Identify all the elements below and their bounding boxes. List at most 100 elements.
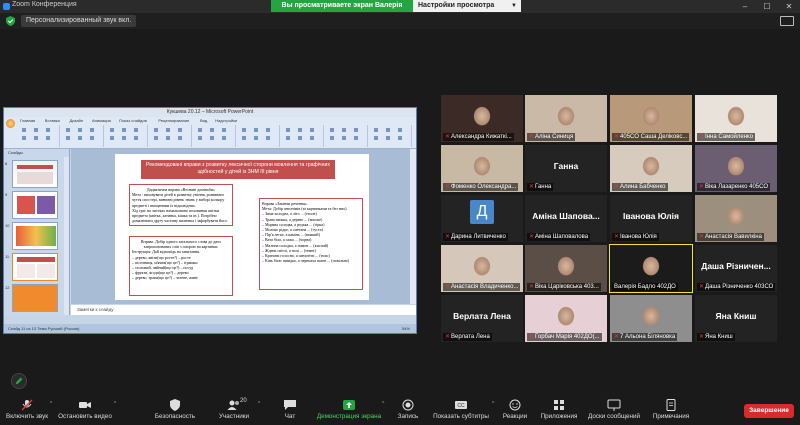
ribbon-command-icon[interactable]	[266, 136, 270, 140]
ribbon-command-icon[interactable]	[78, 136, 82, 140]
chevron-up-icon[interactable]: ^	[114, 401, 116, 407]
slide-scrollbar[interactable]	[410, 149, 416, 304]
participant-tile[interactable]: Верлата Лена ✕Верлата Лена	[441, 295, 523, 342]
ribbon-command-icon[interactable]	[222, 128, 226, 132]
ribbon-command-icon[interactable]	[222, 136, 226, 140]
ribbon-command-icon[interactable]	[34, 136, 38, 140]
ribbon-command-icon[interactable]	[398, 128, 402, 132]
ribbon-command-icon[interactable]	[298, 136, 302, 140]
ribbon-command-icon[interactable]	[254, 136, 258, 140]
notes-button[interactable]: Примечания	[646, 396, 696, 425]
ribbon-command-icon[interactable]	[66, 136, 70, 140]
ribbon-command-icon[interactable]	[286, 128, 290, 132]
slide-notes[interactable]: Заметки к слайду	[71, 305, 416, 315]
ribbon-command-icon[interactable]	[46, 128, 50, 132]
reactions-button[interactable]: Реакции	[498, 396, 532, 425]
participant-tile[interactable]: ✕Анастасія Вавилкіна	[695, 195, 777, 242]
participant-tile[interactable]: ✕Інна Самойленко	[695, 95, 777, 142]
ribbon-command-icon[interactable]	[134, 128, 138, 132]
ribbon-tab[interactable]: Вставка	[45, 118, 60, 123]
participant-tile[interactable]: Аміна Шапова... ✕Аміна Шаповалова	[525, 195, 607, 242]
whiteboards-button[interactable]: Доски сообщений	[584, 396, 644, 425]
minimize-icon[interactable]: –	[734, 0, 756, 13]
participant-tile[interactable]: ✕Віка Лазаренко 405СО	[695, 145, 777, 192]
share-screen-button[interactable]: Демонстрация экрана	[316, 396, 382, 425]
stop-video-button[interactable]: Остановить видео	[56, 396, 114, 425]
ribbon-command-icon[interactable]	[110, 128, 114, 132]
participant-tile[interactable]: ✕Алина Бабченко	[610, 145, 692, 192]
ribbon-command-icon[interactable]	[330, 128, 334, 132]
participant-tile[interactable]: Яна Книш ✕Яна Книш	[695, 295, 777, 342]
view-layout-icon[interactable]	[780, 16, 794, 26]
chevron-up-icon[interactable]: ^	[382, 401, 384, 407]
ribbon-command-icon[interactable]	[374, 136, 378, 140]
participant-tile[interactable]: Ганна ✕Ганна	[525, 145, 607, 192]
ribbon-command-icon[interactable]	[166, 128, 170, 132]
security-button[interactable]: Безопасность	[150, 396, 200, 425]
ribbon-command-icon[interactable]	[242, 128, 246, 132]
ribbon-command-icon[interactable]	[286, 136, 290, 140]
ribbon-command-icon[interactable]	[342, 136, 346, 140]
participant-tile[interactable]: ✕Аліна Синиця	[525, 95, 607, 142]
chat-button[interactable]: Чат	[270, 396, 310, 425]
participant-tile[interactable]: ✕7 Альона Біляновка	[610, 295, 692, 342]
ribbon-tab[interactable]: Анимация	[92, 118, 111, 123]
view-options-button[interactable]: Настройки просмотра ▼	[413, 0, 521, 12]
participant-tile[interactable]: ✕Фоменко Олександра...	[441, 145, 523, 192]
chevron-up-icon[interactable]: ^	[50, 401, 52, 407]
ribbon-command-icon[interactable]	[154, 128, 158, 132]
personalized-audio-badge[interactable]: Персонализированный звук вкл.	[21, 15, 137, 27]
close-icon[interactable]: ✕	[778, 0, 800, 13]
maximize-icon[interactable]: ☐	[756, 0, 778, 13]
thumbnails-scrollbar[interactable]	[64, 157, 69, 315]
ribbon-command-icon[interactable]	[374, 128, 378, 132]
ribbon-command-icon[interactable]	[210, 128, 214, 132]
ribbon-command-icon[interactable]	[330, 136, 334, 140]
chevron-up-icon[interactable]: ^	[492, 401, 494, 407]
participant-tile[interactable]: Д ✕Дарина Литвиченко	[441, 195, 523, 242]
ribbon-command-icon[interactable]	[134, 136, 138, 140]
ribbon-command-icon[interactable]	[354, 136, 358, 140]
ribbon-command-icon[interactable]	[178, 128, 182, 132]
ribbon-command-icon[interactable]	[242, 136, 246, 140]
record-button[interactable]: Запись	[390, 396, 426, 425]
participants-button[interactable]: 20 Участники	[212, 396, 256, 425]
ribbon-command-icon[interactable]	[198, 136, 202, 140]
ribbon-tab[interactable]: Рецензирование	[158, 118, 189, 123]
ribbon-command-icon[interactable]	[122, 128, 126, 132]
unmute-button[interactable]: Включить звук	[4, 396, 50, 425]
participant-tile[interactable]: Іванова Юлія ✕Іванова Юлія	[610, 195, 692, 242]
ribbon-command-icon[interactable]	[78, 128, 82, 132]
annotate-pen-button[interactable]	[11, 373, 27, 389]
ribbon-tab[interactable]: Вид	[200, 118, 207, 123]
ribbon-command-icon[interactable]	[110, 136, 114, 140]
ribbon-tab[interactable]: Показ слайдов	[119, 118, 147, 123]
ribbon-command-icon[interactable]	[386, 136, 390, 140]
ribbon-command-icon[interactable]	[66, 128, 70, 132]
ribbon-command-icon[interactable]	[266, 128, 270, 132]
ribbon-command-icon[interactable]	[354, 128, 358, 132]
apps-button[interactable]: Приложения	[536, 396, 582, 425]
ribbon-command-icon[interactable]	[90, 136, 94, 140]
end-meeting-button[interactable]: Завершение	[744, 404, 794, 418]
chevron-up-icon[interactable]: ^	[258, 401, 260, 407]
ribbon-command-icon[interactable]	[398, 136, 402, 140]
show-captions-button[interactable]: CC Показать субтитры	[430, 396, 492, 425]
ribbon-command-icon[interactable]	[22, 136, 26, 140]
ribbon-command-icon[interactable]	[90, 128, 94, 132]
participant-tile[interactable]: ✕Горбач Марія 402ДО(...	[525, 295, 607, 342]
ribbon-command-icon[interactable]	[22, 128, 26, 132]
ribbon-command-icon[interactable]	[178, 136, 182, 140]
security-shield-icon[interactable]	[6, 16, 15, 26]
participant-tile[interactable]: ✕Александра Кижаткі...	[441, 95, 523, 142]
ribbon-command-icon[interactable]	[122, 136, 126, 140]
ribbon-command-icon[interactable]	[310, 128, 314, 132]
ribbon-command-icon[interactable]	[166, 136, 170, 140]
ribbon-command-icon[interactable]	[298, 128, 302, 132]
participant-tile[interactable]: Даша Різничен... ✕Даша Різниченко 403СО	[695, 245, 777, 292]
participant-tile[interactable]: ✕405СО Саша Деліковс...	[610, 95, 692, 142]
participant-tile[interactable]: ✕Анастасія Владиченко...	[441, 245, 523, 292]
ribbon-tab[interactable]: Надстройки	[215, 118, 237, 123]
ribbon-tab[interactable]: Дизайн	[70, 118, 83, 123]
ribbon-command-icon[interactable]	[342, 128, 346, 132]
